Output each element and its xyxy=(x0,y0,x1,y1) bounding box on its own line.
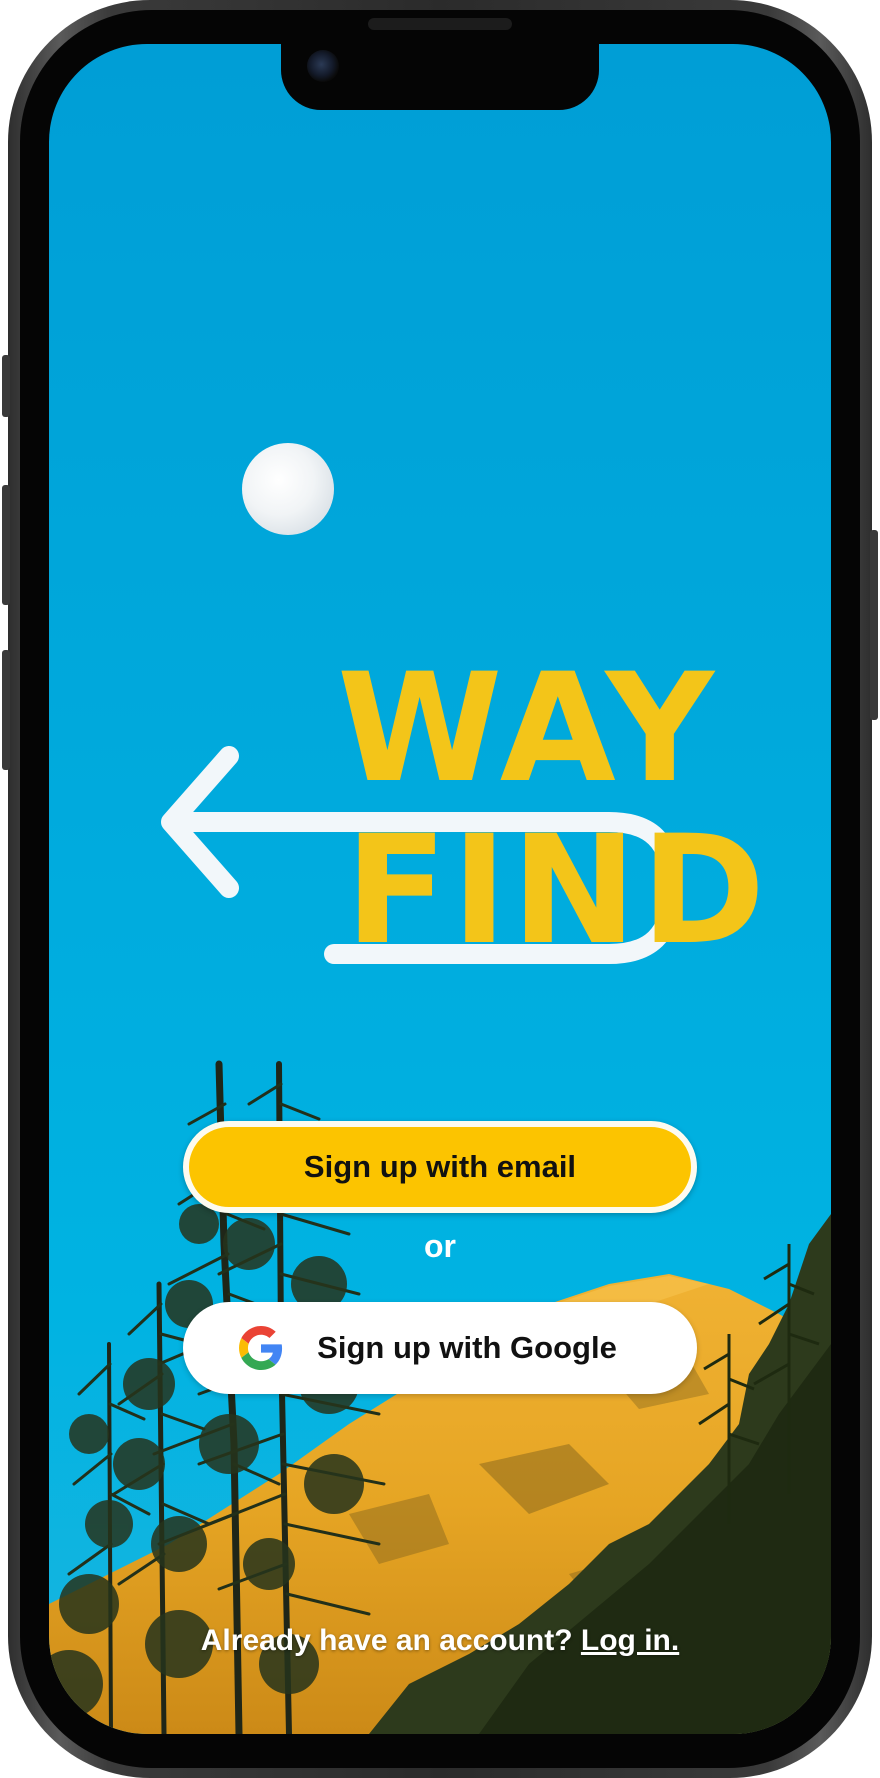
signup-email-button[interactable]: Sign up with email xyxy=(183,1121,697,1213)
login-link[interactable]: Log in. xyxy=(581,1624,679,1657)
login-prompt-text: Already have an account? xyxy=(200,1624,573,1657)
volume-down-button xyxy=(2,650,10,770)
speaker-grille xyxy=(368,18,512,30)
power-button xyxy=(870,530,878,720)
google-icon xyxy=(239,1326,283,1370)
signup-google-label: Sign up with Google xyxy=(317,1330,617,1365)
front-camera xyxy=(307,50,339,82)
logo-find-text: FIND xyxy=(345,804,770,978)
login-prompt: Already have an account? Log in. xyxy=(49,1624,831,1658)
wayfind-logo: WAY FIND xyxy=(159,642,765,974)
signup-email-label: Sign up with email xyxy=(303,1149,577,1184)
volume-up-button xyxy=(2,485,10,605)
silent-switch xyxy=(2,355,10,417)
logo-way-text: WAY xyxy=(337,642,719,816)
or-separator: or xyxy=(424,1228,456,1264)
welcome-screen: WAY FIND Sign up with email or Sign up w… xyxy=(49,44,831,1734)
signup-google-button[interactable]: Sign up with Google xyxy=(183,1302,697,1394)
